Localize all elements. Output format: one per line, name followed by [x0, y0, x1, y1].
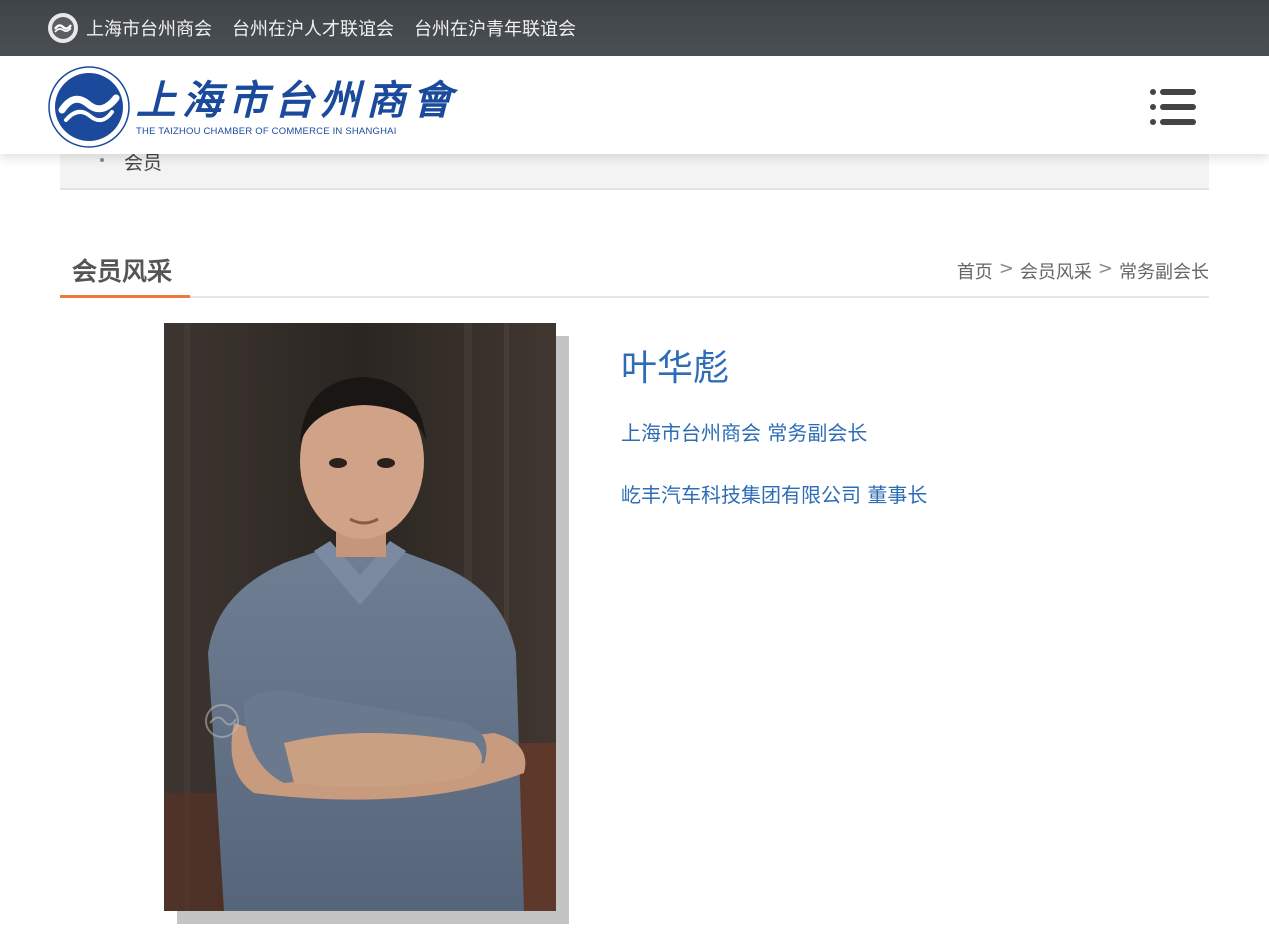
logo-english-name: THE TAIZHOU CHAMBER OF COMMERCE IN SHANG… — [136, 125, 397, 137]
section-title: 会员风采 — [72, 257, 173, 286]
logo-chinese-name: 上海市台州商會 — [136, 76, 458, 124]
breadcrumb-home[interactable]: 首页 — [957, 258, 993, 284]
chamber-emblem-icon — [48, 66, 130, 148]
hamburger-menu-icon — [1150, 89, 1196, 125]
topbar-link-chamber[interactable]: 上海市台州商会 — [86, 15, 212, 41]
section-header: 会员风采 首页 > 会员风采 > 常务副会长 — [60, 248, 1209, 298]
member-info: 叶华彪 上海市台州商会 常务副会长 屹丰汽车科技集团有限公司 董事长 — [621, 346, 927, 508]
topbar-link-youth[interactable]: 台州在沪青年联谊会 — [414, 15, 576, 41]
breadcrumb-current: 常务副会长 — [1119, 262, 1209, 283]
breadcrumb-separator: > — [998, 258, 1014, 279]
breadcrumb-members[interactable]: 会员风采 — [1020, 258, 1092, 284]
site-header: 上海市台州商會 THE TAIZHOU CHAMBER OF COMMERCE … — [0, 56, 1269, 154]
breadcrumb: 首页 > 会员风采 > 常务副会长 — [957, 258, 1209, 284]
site-logo[interactable]: 上海市台州商會 THE TAIZHOU CHAMBER OF COMMERCE … — [48, 66, 458, 148]
bullet-dot — [100, 158, 104, 162]
portrait-illustration — [164, 323, 556, 911]
section-title-underline — [60, 295, 190, 298]
breadcrumb-separator: > — [1097, 258, 1113, 279]
hamburger-menu-button[interactable] — [1149, 86, 1197, 128]
top-bar: 上海市台州商会 台州在沪人才联谊会 台州在沪青年联谊会 — [0, 0, 1269, 56]
member-portrait-photo — [164, 323, 556, 911]
member-name: 叶华彪 — [621, 348, 730, 389]
topbar-link-talent[interactable]: 台州在沪人才联谊会 — [232, 15, 394, 41]
chamber-logo-icon[interactable] — [48, 13, 78, 43]
member-company: 屹丰汽车科技集团有限公司 董事长 — [621, 483, 928, 507]
member-position: 上海市台州商会 常务副会长 — [621, 421, 868, 445]
